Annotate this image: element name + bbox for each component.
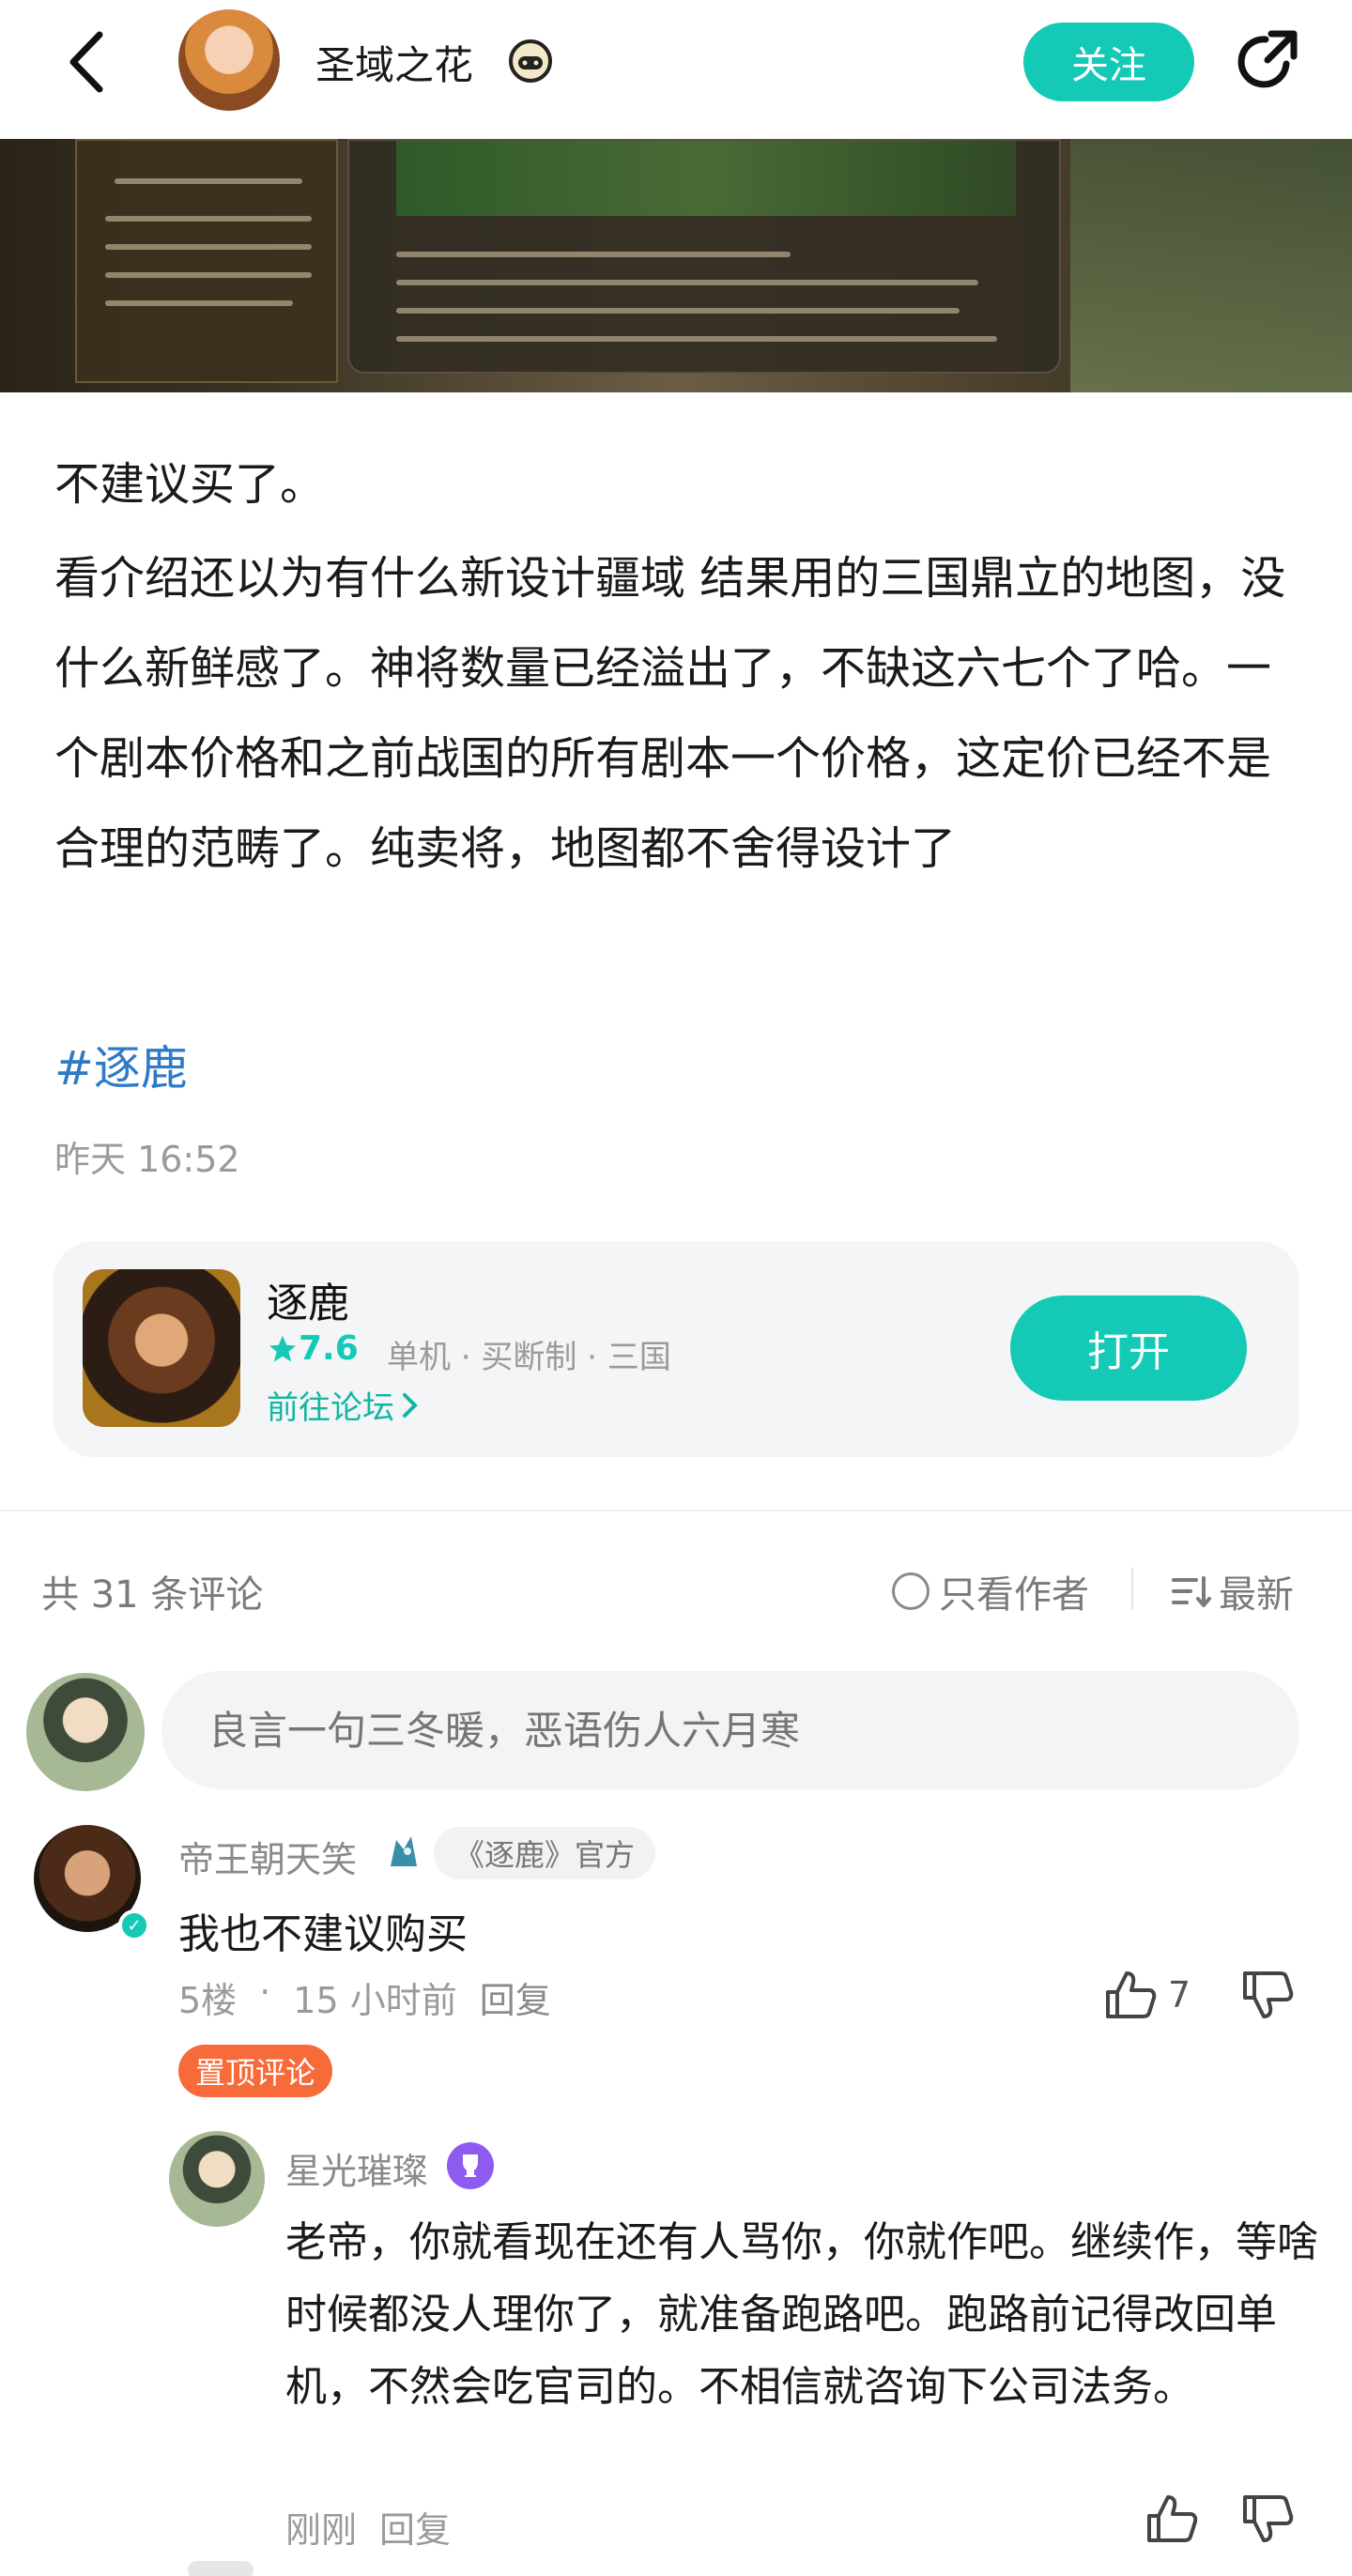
verified-icon: ✓ xyxy=(118,1909,150,1941)
sort-label: 最新 xyxy=(1219,1573,1294,1617)
game-icon xyxy=(83,1269,240,1427)
game-rating-value: 7.6 xyxy=(299,1329,359,1368)
game-controller-badge-icon xyxy=(509,39,552,83)
game-tags: 单机 · 买断制 · 三国 xyxy=(387,1339,671,1376)
reply-time: 刚刚 xyxy=(285,2509,358,2551)
reply-avatar[interactable] xyxy=(169,2131,265,2227)
top-bar: 圣域之花 关注 xyxy=(0,0,1352,139)
thumbs-down-icon xyxy=(1243,2495,1294,2542)
section-divider xyxy=(0,1510,1352,1511)
comment-author-name[interactable]: 帝王朝天笑 xyxy=(178,1831,357,1882)
back-arrow-icon xyxy=(69,31,103,93)
pinned-badge: 置顶评论 xyxy=(178,2045,333,2097)
share-icon xyxy=(1237,30,1298,88)
image-panel-center xyxy=(347,139,1061,374)
post-image[interactable] xyxy=(0,139,1352,392)
game-card[interactable]: 逐鹿 7.6 单机 · 买断制 · 三国 前往论坛 打开 xyxy=(53,1241,1299,1457)
header-separator xyxy=(1131,1568,1133,1609)
like-count: 7 xyxy=(1168,1974,1191,2016)
comment-floor: 5楼 xyxy=(178,1980,238,2021)
author-name[interactable]: 圣域之花 xyxy=(315,34,473,91)
official-tag: 《逐鹿》官方 xyxy=(434,1827,656,1879)
dragon-badge-icon xyxy=(391,1836,417,1866)
post-hashtag[interactable]: #逐鹿 xyxy=(54,1031,188,1098)
forum-link-label: 前往论坛 xyxy=(267,1389,394,1427)
sort-button[interactable]: 最新 xyxy=(1172,1564,1294,1618)
trophy-badge-icon xyxy=(447,2142,494,2189)
comment-meta: 5楼 · 15 小时前 回复 xyxy=(178,1971,551,2023)
current-user-avatar xyxy=(26,1673,145,1791)
reply-dislike-button[interactable] xyxy=(1241,2493,1294,2548)
sort-icon xyxy=(1172,1576,1211,1607)
circle-radio-icon xyxy=(892,1572,930,1610)
back-button[interactable] xyxy=(56,26,116,98)
post-time: 昨天 16:52 xyxy=(54,1139,240,1180)
post-title: 不建议买了。 xyxy=(54,458,326,511)
author-avatar[interactable] xyxy=(178,9,280,111)
reply-meta: 刚刚 回复 xyxy=(285,2501,451,2553)
star-icon xyxy=(269,1335,297,1361)
author-only-label: 只看作者 xyxy=(939,1573,1089,1617)
reply-reply-button[interactable]: 回复 xyxy=(379,2501,451,2553)
game-name: 逐鹿 xyxy=(267,1280,349,1327)
comment-time: 15 小时前 xyxy=(293,1980,457,2021)
comment-text: 我也不建议购买 xyxy=(178,1910,468,1958)
forum-link[interactable]: 前往论坛 xyxy=(267,1382,421,1428)
thumbs-up-icon xyxy=(1147,2495,1198,2542)
open-game-button[interactable]: 打开 xyxy=(1010,1296,1247,1401)
reply-like-button[interactable] xyxy=(1145,2493,1198,2548)
thumbs-up-icon xyxy=(1106,1971,1157,2018)
dislike-button[interactable] xyxy=(1241,1970,1294,2024)
thumbs-down-icon xyxy=(1243,1971,1294,2018)
comments-count: 共 31 条评论 xyxy=(41,1573,264,1617)
comment-input[interactable] xyxy=(161,1671,1299,1789)
game-rating: 7.6 xyxy=(267,1329,359,1368)
reply-button[interactable]: 回复 xyxy=(480,1971,551,2023)
chevron-right-icon xyxy=(403,1392,418,1418)
like-button[interactable]: 7 xyxy=(1104,1970,1191,2020)
image-panel-left xyxy=(75,139,338,383)
reply-author-name[interactable]: 星光璀璨 xyxy=(285,2142,428,2194)
next-reply-peek xyxy=(188,2561,254,2576)
author-only-toggle[interactable]: 只看作者 xyxy=(892,1564,1089,1618)
post-body: 看介绍还以为有什么新设计疆域 结果用的三国鼎立的地图，没什么新鲜感了。神将数量已… xyxy=(54,552,1286,875)
share-button[interactable] xyxy=(1230,26,1301,98)
reply-text: 老帝，你就看现在还有人骂你，你就作吧。继续作，等啥时候都没人理你了，就准备跑路吧… xyxy=(285,2218,1318,2411)
follow-button[interactable]: 关注 xyxy=(1023,23,1194,101)
